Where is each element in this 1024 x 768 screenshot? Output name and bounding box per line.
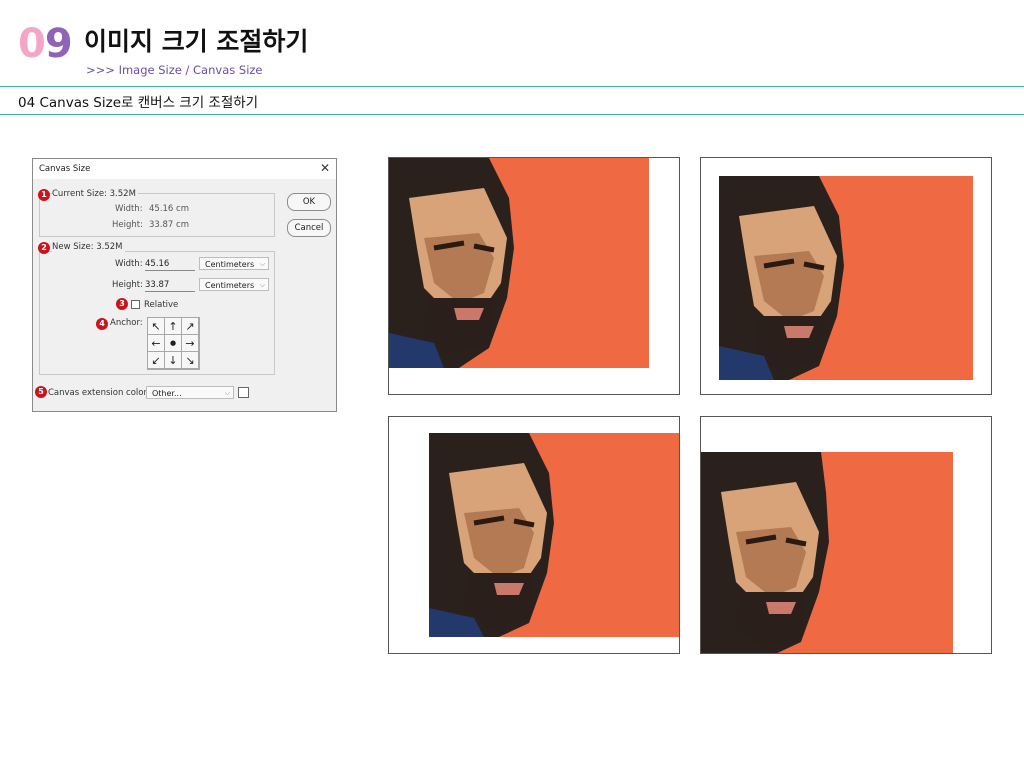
portrait-image	[719, 176, 973, 380]
anchor-label: Anchor:	[110, 318, 143, 328]
new-size-label: New Size: 3.52M	[52, 242, 125, 252]
dialog-titlebar: Canvas Size ✕	[33, 159, 336, 179]
new-width-label: Width:	[115, 259, 143, 269]
canvas-size-dialog: Canvas Size ✕ 1 Current Size: 3.52M Widt…	[32, 158, 337, 412]
badge-3: 3	[116, 298, 128, 310]
portrait-group	[429, 433, 679, 637]
close-icon[interactable]: ✕	[320, 161, 330, 175]
portrait-group	[701, 452, 953, 653]
example-anchor-center	[700, 157, 992, 395]
current-size-label: Current Size: 3.52M	[52, 189, 138, 199]
new-height-label: Height:	[112, 280, 143, 290]
current-width-label: Width:	[115, 204, 143, 214]
anchor-grid: ↖ ↑ ↗ ← ● → ↙ ↓ ↘	[147, 317, 200, 370]
extension-color-label: Canvas extension color:	[48, 388, 150, 398]
example-anchor-bottom-left	[700, 416, 992, 654]
badge-2: 2	[38, 242, 50, 254]
height-unit-value: Centimeters	[205, 281, 255, 290]
anchor-top-icon[interactable]: ↑	[165, 318, 181, 334]
anchor-bottom-icon[interactable]: ↓	[165, 352, 181, 368]
chapter-title: 이미지 크기 조절하기	[84, 27, 309, 56]
current-size-group	[39, 193, 275, 237]
anchor-top-right-icon[interactable]: ↗	[182, 318, 198, 334]
width-unit-value: Centimeters	[205, 260, 255, 269]
badge-4: 4	[96, 318, 108, 330]
height-unit-select[interactable]: Centimeters ⌵	[199, 278, 269, 291]
current-height-value: 33.87 cm	[149, 220, 189, 230]
anchor-bottom-left-icon[interactable]: ↙	[148, 352, 164, 368]
anchor-right-icon[interactable]: →	[182, 335, 198, 351]
ok-button[interactable]: OK	[287, 193, 331, 211]
extension-color-select[interactable]: Other... ⌵	[146, 386, 234, 399]
relative-label: Relative	[144, 300, 179, 310]
chevron-down-icon: ⌵	[259, 260, 265, 268]
anchor-left-icon[interactable]: ←	[148, 335, 164, 351]
portrait-image	[429, 433, 679, 637]
top-divider	[0, 86, 1024, 87]
extension-color-value: Other...	[152, 389, 182, 398]
current-width-value: 45.16 cm	[149, 204, 189, 214]
new-width-input[interactable]: 45.16	[145, 258, 195, 271]
portrait-group	[719, 176, 973, 380]
bottom-divider	[0, 114, 1024, 115]
new-height-input[interactable]: 33.87	[145, 279, 195, 292]
chapter-subtitle: >>> Image Size / Canvas Size	[86, 63, 263, 77]
chevron-down-icon: ⌵	[224, 389, 230, 397]
portrait-group	[389, 158, 649, 368]
example-anchor-right	[388, 416, 680, 654]
badge-5: 5	[35, 386, 47, 398]
anchor-top-left-icon[interactable]: ↖	[148, 318, 164, 334]
portrait-image	[701, 452, 953, 653]
extension-color-swatch[interactable]	[238, 387, 249, 398]
relative-checkbox[interactable]	[131, 300, 140, 309]
chapter-number: 09	[18, 21, 73, 67]
example-anchor-top-left	[388, 157, 680, 395]
width-unit-select[interactable]: Centimeters ⌵	[199, 257, 269, 270]
chevron-down-icon: ⌵	[259, 281, 265, 289]
portrait-image	[389, 158, 649, 368]
current-height-label: Height:	[112, 220, 143, 230]
badge-1: 1	[38, 189, 50, 201]
anchor-center-icon[interactable]: ●	[165, 335, 181, 351]
anchor-bottom-right-icon[interactable]: ↘	[182, 352, 198, 368]
dialog-title: Canvas Size	[39, 164, 91, 174]
cancel-button[interactable]: Cancel	[287, 219, 331, 237]
section-title: 04 Canvas Size로 캔버스 크기 조절하기	[18, 95, 259, 111]
